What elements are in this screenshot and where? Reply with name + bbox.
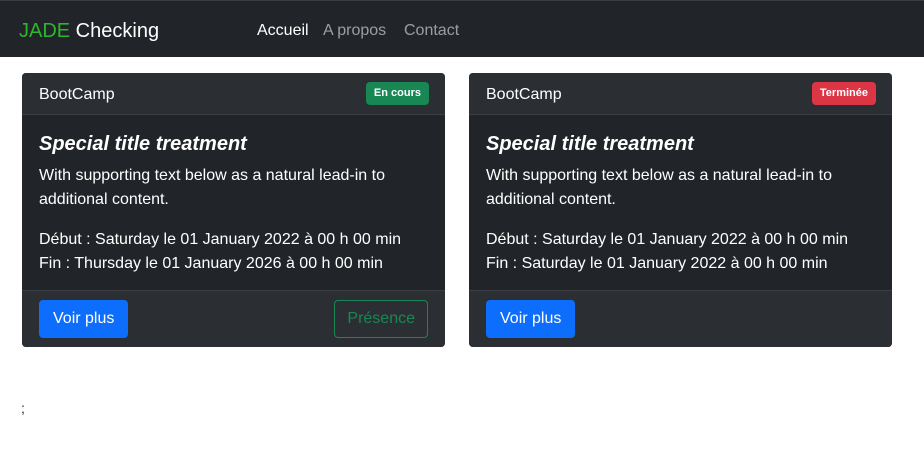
- navbar: JADE Checking Accueil A propos Contact: [0, 0, 924, 57]
- card-footer: Voir plus: [469, 290, 892, 347]
- bootcamp-card: BootCamp En cours Special title treatmen…: [22, 73, 445, 347]
- nav-link-contact[interactable]: Contact: [404, 21, 459, 41]
- voir-plus-button[interactable]: Voir plus: [486, 300, 576, 338]
- stray-text: ;: [21, 400, 25, 416]
- start-date: Début : Saturday le 01 January 2022 à 00…: [39, 231, 402, 248]
- card-text: With supporting text below as a natural …: [39, 167, 385, 208]
- start-date: Début : Saturday le 01 January 2022 à 00…: [486, 231, 849, 248]
- card-footer: Voir plus Présence: [22, 290, 445, 347]
- card-title: Special title treatment: [39, 133, 247, 155]
- card-text: With supporting text below as a natural …: [486, 167, 832, 208]
- card-title: Special title treatment: [486, 133, 694, 155]
- voir-plus-button[interactable]: Voir plus: [39, 300, 129, 338]
- end-date: Fin : Thursday le 01 January 2026 à 00 h…: [39, 255, 383, 272]
- status-badge: Terminée: [811, 82, 876, 105]
- card-header: BootCamp En cours: [22, 73, 445, 115]
- nav-link-a-propos[interactable]: A propos: [323, 21, 386, 41]
- nav-link-accueil[interactable]: Accueil: [257, 21, 309, 41]
- end-date: Fin : Saturday le 01 January 2022 à 00 h…: [486, 255, 828, 272]
- brand-rest: Checking: [70, 20, 160, 42]
- bootcamp-card: BootCamp Terminée Special title treatmen…: [469, 73, 892, 347]
- card-header-title: BootCamp: [39, 86, 115, 103]
- presence-button[interactable]: Présence: [334, 300, 428, 338]
- card-header-title: BootCamp: [486, 86, 562, 103]
- brand-accent: JADE: [19, 20, 71, 42]
- status-badge: En cours: [365, 82, 429, 105]
- card-header: BootCamp Terminée: [469, 73, 892, 115]
- brand-link[interactable]: JADE Checking: [19, 19, 159, 43]
